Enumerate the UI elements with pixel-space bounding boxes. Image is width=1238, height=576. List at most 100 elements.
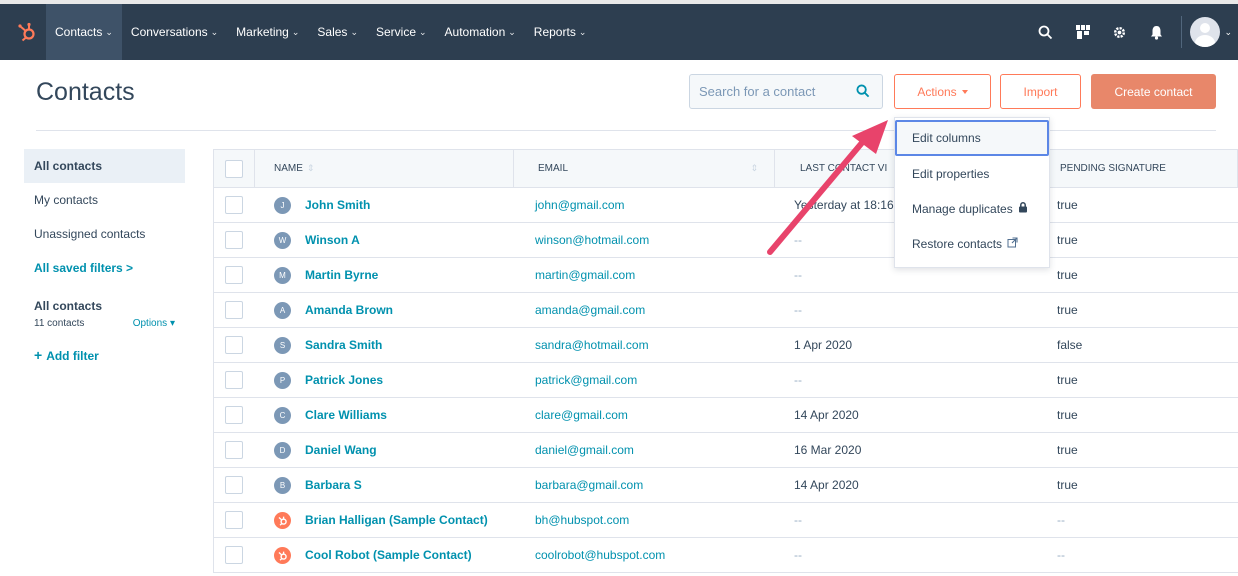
row-checkbox[interactable] [225,336,243,354]
notifications-icon[interactable] [1138,4,1175,60]
search-icon[interactable] [1027,4,1064,60]
menu-item-manage-duplicates[interactable]: Manage duplicates [895,191,1049,226]
row-checkbox[interactable] [225,546,243,564]
sidebar-item-all-contacts[interactable]: All contacts [24,149,185,183]
name-cell: P Patrick Jones [274,363,383,397]
import-button[interactable]: Import [1000,74,1081,109]
hubspot-logo-icon [274,546,291,564]
table-row[interactable]: J John Smith john@gmail.com Yesterday at 18… [213,188,1238,223]
table-row[interactable]: P Patrick Jones patrick@gmail.com -- true [213,363,1238,398]
contact-email-link[interactable]: daniel@gmail.com [535,443,634,457]
menu-item-edit-properties[interactable]: Edit properties [895,156,1049,191]
menu-item-restore-contacts[interactable]: Restore contacts [895,226,1049,261]
create-contact-button[interactable]: Create contact [1091,74,1216,109]
nav-reports[interactable]: Reports ⌄ [525,4,596,60]
avatar-initial: A [279,305,286,315]
nav-conversations[interactable]: Conversations ⌄ [122,4,227,60]
nav-marketing[interactable]: Marketing ⌄ [227,4,308,60]
contact-email-link[interactable]: martin@gmail.com [535,268,635,282]
nav-service[interactable]: Service ⌄ [367,4,436,60]
contact-name-link[interactable]: Winson A [305,233,360,247]
table-row[interactable]: Cool Robot (Sample Contact) coolrobot@hub… [213,538,1238,573]
table-row[interactable]: W Winson Awinson@hotmail.com -- true [213,223,1238,258]
row-select-cell [225,258,243,292]
row-checkbox[interactable] [225,441,243,459]
contact-name-link[interactable]: Martin Byrne [305,268,378,282]
pending-signature-cell: true [1057,398,1078,432]
row-select-cell [225,293,243,327]
contact-email-link[interactable]: amanda@gmail.com [535,303,645,317]
select-all-checkbox[interactable] [225,159,243,178]
settings-icon[interactable] [1101,4,1138,60]
avatar-initial: C [279,410,286,420]
row-checkbox[interactable] [225,231,243,249]
row-select-cell [225,398,243,432]
last-contacted-cell: -- [794,503,802,537]
row-checkbox[interactable] [225,266,243,284]
contact-email-link[interactable]: barbara@gmail.com [535,478,643,492]
column-header-pending-signature[interactable]: PENDING SIGNATURE [1060,150,1166,187]
contact-email-link[interactable]: winson@hotmail.com [535,233,649,247]
all-saved-filters-link[interactable]: All saved filters > [24,251,185,285]
sidebar-item-unassigned-contacts[interactable]: Unassigned contacts [24,217,185,251]
column-header-email[interactable]: EMAIL ⇕ [538,150,758,187]
contact-name-link[interactable]: Brian Halligan (Sample Contact) [305,513,488,527]
nav-conversations-label: Conversations [130,25,208,39]
pending-signature-value: true [1057,268,1078,282]
row-checkbox[interactable] [225,371,243,389]
search-icon[interactable] [856,84,870,103]
name-cell: S Sandra Smith [274,328,382,362]
contact-count: 11 contacts [34,318,85,329]
pending-signature-value: true [1057,198,1078,212]
account-menu[interactable]: ⌄ [1190,17,1238,47]
view-options-button[interactable]: Options ▾ [133,318,175,329]
contact-avatar: M [274,266,291,284]
contact-email-link[interactable]: john@gmail.com [535,198,625,212]
contact-name-link[interactable]: Barbara S [305,478,362,492]
sort-icon[interactable]: ⇕ [750,163,758,174]
actions-dropdown-menu: Edit columns Edit properties Manage dupl… [894,117,1050,268]
avatar-initial: S [279,340,286,350]
add-filter-button[interactable]: + Add filter [24,329,185,363]
menu-item-edit-columns[interactable]: Edit columns [895,120,1049,156]
marketplace-icon[interactable] [1064,4,1101,60]
contact-email-link[interactable]: patrick@gmail.com [535,373,637,387]
nav-contacts[interactable]: Contacts ⌄ [46,4,122,60]
row-checkbox[interactable] [225,511,243,529]
contact-name-link[interactable]: Sandra Smith [305,338,382,352]
contact-email-link[interactable]: clare@gmail.com [535,408,628,422]
row-checkbox[interactable] [225,196,243,214]
table-row[interactable]: B Barbara S barbara@gmail.com 14 Apr 2020 tr… [213,468,1238,503]
column-header-name[interactable]: NAME ⇕ [274,150,314,187]
row-checkbox[interactable] [225,301,243,319]
table-row[interactable]: A Amanda Brown amanda@gmail.com -- true [213,293,1238,328]
search-input[interactable] [699,84,849,99]
nav-sales[interactable]: Sales ⌄ [308,4,367,60]
table-row[interactable]: D Daniel Wang daniel@gmail.com 16 Mar 2020 t… [213,433,1238,468]
last-contacted-cell: -- [794,258,802,292]
contact-email-link[interactable]: sandra@hotmail.com [535,338,649,352]
contact-name-link[interactable]: Patrick Jones [305,373,383,387]
sidebar-item-my-contacts[interactable]: My contacts [24,183,185,217]
current-view-title: All contacts [34,299,103,313]
contact-name-link[interactable]: Cool Robot (Sample Contact) [305,548,472,562]
table-row[interactable]: C Clare Williams clare@gmail.com 14 Apr 202… [213,398,1238,433]
contact-name-link[interactable]: Daniel Wang [305,443,377,457]
contact-name-link[interactable]: Amanda Brown [305,303,393,317]
nav-marketing-label: Marketing [236,25,289,39]
row-checkbox[interactable] [225,476,243,494]
actions-button[interactable]: Actions [894,74,991,109]
contact-email-link[interactable]: coolrobot@hubspot.com [535,548,665,562]
nav-automation[interactable]: Automation ⌄ [436,4,525,60]
chevron-down-icon: ⌄ [291,26,300,37]
row-checkbox[interactable] [225,406,243,424]
table-row[interactable]: S Sandra Smith sandra@hotmail.com 1 Apr 202… [213,328,1238,363]
pending-signature-value: -- [1057,513,1065,527]
contact-name-link[interactable]: John Smith [305,198,370,212]
contact-email-link[interactable]: bh@hubspot.com [535,513,629,527]
table-row[interactable]: Brian Halligan (Sample Contact) bh@hubspo… [213,503,1238,538]
table-row[interactable]: M Martin Byrne martin@gmail.com -- true [213,258,1238,293]
sort-icon[interactable]: ⇕ [307,163,315,174]
contact-name-link[interactable]: Clare Williams [305,408,387,422]
hubspot-logo-icon[interactable] [8,4,46,60]
